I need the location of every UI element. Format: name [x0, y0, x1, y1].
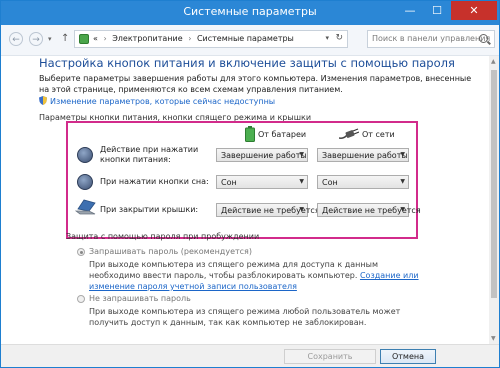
power-buttons-settings-box: От батареи От сети Действие при нажатии … [66, 121, 421, 239]
address-bar[interactable]: « › Электропитание › Системные параметры… [74, 30, 348, 48]
no-password-description: При выходе компьютера из спящего режима … [89, 307, 401, 327]
breadcrumb-system-settings[interactable]: Системные параметры [197, 34, 294, 43]
breadcrumb-power-options[interactable]: Электропитание [112, 34, 182, 43]
close-button[interactable]: ✕ [451, 1, 497, 20]
no-password-label: Не запрашивать пароль [89, 294, 191, 303]
password-section-heading: Защита с помощью пароля при пробуждении [66, 232, 260, 241]
laptop-lid-icon [75, 199, 96, 215]
scroll-down-arrow-icon[interactable]: ▼ [491, 335, 496, 342]
sleep-button-plugged-select[interactable]: Сон ▼ [317, 175, 409, 189]
intro-text: Выберите параметры завершения работы для… [39, 74, 472, 94]
page-title: Настройка кнопок питания и включение защ… [39, 56, 455, 70]
search-placeholder: Поиск в панели управления [372, 34, 491, 43]
save-changes-button[interactable]: Сохранить изменения [284, 349, 376, 367]
power-button-battery-select[interactable]: Завершение работы ▼ [216, 148, 308, 162]
cancel-button[interactable]: Отмена [380, 349, 436, 364]
chevron-down-icon: ▼ [299, 178, 304, 185]
no-password-radio[interactable] [77, 295, 85, 303]
require-password-label: Запрашивать пароль (рекомендуется) [89, 247, 252, 256]
sleep-button-battery-select[interactable]: Сон ▼ [216, 175, 308, 189]
chevron-down-icon: ▼ [299, 151, 304, 158]
up-arrow-button[interactable]: ↑ [61, 33, 69, 44]
change-unavailable-settings-link[interactable]: Изменение параметров, которые сейчас нед… [39, 96, 275, 106]
address-dropdown-icon[interactable]: ▾ [325, 34, 329, 42]
system-settings-window: Системные параметры — ☐ ✕ ← → ▾ ↑ « › Эл… [0, 0, 500, 368]
select-value: Действие не требуется [221, 206, 320, 215]
lid-close-action-label: При закрытии крышки: [100, 205, 199, 214]
select-value: Сон [221, 178, 237, 187]
chevron-down-icon: ▼ [400, 206, 405, 213]
scroll-up-arrow-icon[interactable]: ▲ [491, 58, 496, 65]
forward-button[interactable]: → [29, 32, 43, 46]
breadcrumb-separator: › [103, 34, 107, 43]
power-button-plugged-select[interactable]: Завершение работы ▼ [317, 148, 409, 162]
select-value: Завершение работы [322, 151, 408, 160]
select-value: Действие не требуется [322, 206, 421, 215]
lid-close-battery-select[interactable]: Действие не требуется ▼ [216, 203, 320, 217]
search-input[interactable]: Поиск в панели управления [367, 30, 495, 48]
require-password-description: При выходе компьютера из спящего режима … [89, 259, 427, 292]
control-panel-icon [79, 34, 89, 44]
navigation-bar: ← → ▾ ↑ « › Электропитание › Системные п… [1, 25, 499, 56]
sleep-button-action-label: При нажатии кнопки сна: [100, 177, 209, 186]
plugged-in-column-header: От сети [362, 130, 395, 139]
sleep-button-icon [77, 174, 93, 190]
change-unavailable-settings-label[interactable]: Изменение параметров, которые сейчас нед… [50, 97, 275, 106]
breadcrumb-separator: › [188, 34, 192, 43]
require-password-desc-text: При выходе компьютера из спящего режима … [89, 260, 378, 280]
breadcrumb-overflow[interactable]: « [93, 34, 98, 43]
select-value: Сон [322, 178, 338, 187]
breadcrumb: « › Электропитание › Системные параметры [93, 34, 294, 43]
power-plug-icon [339, 128, 359, 139]
title-bar[interactable]: Системные параметры — ☐ ✕ [1, 1, 499, 25]
recent-locations-chevron-down-icon[interactable]: ▾ [48, 35, 52, 43]
maximize-button[interactable]: ☐ [424, 1, 450, 20]
uac-shield-icon [39, 96, 47, 105]
refresh-icon[interactable]: ↻ [335, 33, 343, 43]
search-icon[interactable] [479, 34, 488, 43]
power-button-action-label: Действие при нажатии кнопки питания: [100, 145, 199, 164]
power-button-icon [77, 147, 93, 163]
chevron-down-icon: ▼ [400, 178, 405, 185]
select-value: Завершение работы [221, 151, 307, 160]
scrollbar-thumb[interactable] [491, 70, 497, 298]
vertical-scrollbar[interactable]: ▲ ▼ [489, 56, 499, 344]
battery-icon [245, 126, 255, 142]
lid-close-plugged-select[interactable]: Действие не требуется ▼ [317, 203, 421, 217]
footer-bar: Сохранить изменения Отмена [1, 344, 499, 367]
back-button[interactable]: ← [9, 32, 23, 46]
chevron-down-icon: ▼ [299, 206, 304, 213]
main-content: Настройка кнопок питания и включение защ… [1, 56, 489, 344]
require-password-radio[interactable] [77, 248, 85, 256]
chevron-down-icon: ▼ [400, 151, 405, 158]
battery-column-header: От батареи [258, 130, 307, 139]
minimize-button[interactable]: — [397, 1, 423, 20]
